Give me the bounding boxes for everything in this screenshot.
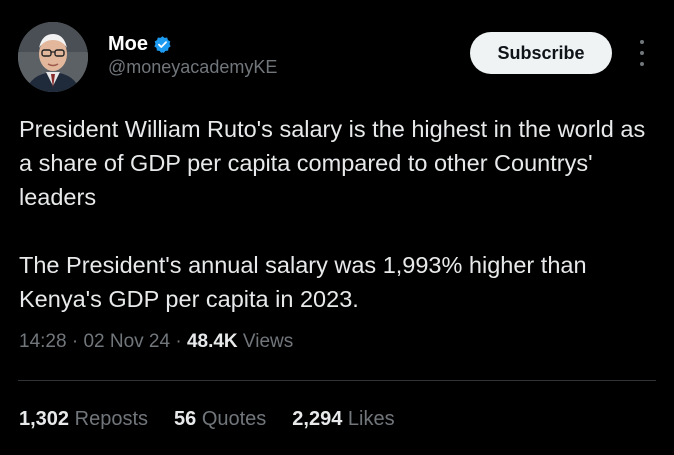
quotes-label: Quotes: [201, 408, 267, 430]
user-handle[interactable]: @moneyacademyKE: [108, 57, 277, 78]
display-name[interactable]: Moe: [108, 33, 148, 56]
divider: [18, 380, 656, 381]
post-paragraph-1: President William Ruto's salary is the h…: [19, 116, 646, 210]
more-dot: [640, 40, 644, 44]
verified-badge-icon: [153, 35, 172, 54]
meta-separator: ·: [66, 331, 84, 352]
reposts-label: Reposts: [74, 408, 148, 430]
post-date[interactable]: 02 Nov 24: [83, 331, 170, 352]
more-dot: [640, 51, 644, 55]
more-dot: [640, 62, 644, 66]
post-paragraph-2: The President's annual salary was 1,993%…: [19, 252, 587, 312]
post-time[interactable]: 14:28: [19, 331, 67, 352]
views-label: Views: [237, 331, 294, 352]
post-header: Moe @moneyacademyKE Subscribe: [18, 22, 658, 92]
likes-count: 2,294: [292, 408, 343, 430]
reposts-stat[interactable]: 1,302 Reposts: [19, 408, 148, 431]
post-meta: 14:28 · 02 Nov 24 · 48.4K Views: [19, 331, 293, 353]
post-text: President William Ruto's salary is the h…: [19, 112, 659, 316]
more-vertical-icon[interactable]: [632, 40, 652, 66]
engagement-stats: 1,302 Reposts 56 Quotes 2,294 Likes: [19, 408, 395, 431]
subscribe-button[interactable]: Subscribe: [470, 32, 612, 74]
likes-stat[interactable]: 2,294 Likes: [292, 408, 394, 431]
meta-separator: ·: [170, 331, 187, 352]
quotes-count: 56: [174, 408, 197, 430]
name-row: Moe: [108, 32, 277, 56]
views-count: 48.4K: [186, 331, 238, 352]
quotes-stat[interactable]: 56 Quotes: [174, 408, 266, 431]
likes-label: Likes: [347, 408, 395, 430]
user-info: Moe @moneyacademyKE: [108, 32, 277, 78]
reposts-count: 1,302: [19, 408, 70, 430]
avatar[interactable]: [18, 22, 88, 92]
